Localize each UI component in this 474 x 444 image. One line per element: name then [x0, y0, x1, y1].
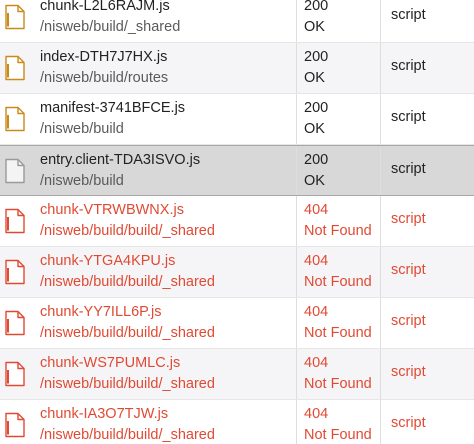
script-file-icon: [5, 106, 25, 132]
status-code: 404: [304, 253, 329, 269]
request-row-error[interactable]: chunk-YY7ILL6P.js /nisweb/build/build/_s…: [0, 298, 474, 349]
status-text: OK: [304, 121, 325, 137]
request-path: /nisweb/build/build/_shared: [40, 223, 215, 239]
status-code: 404: [304, 304, 329, 320]
error-file-icon: [5, 310, 25, 336]
error-file-icon: [5, 259, 25, 285]
status-code: 404: [304, 202, 329, 218]
request-name: chunk-WS7PUMLC.js: [40, 355, 181, 371]
request-path: /nisweb/build: [40, 173, 124, 189]
request-type: script: [391, 109, 426, 125]
request-name: entry.client-TDA3ISVO.js: [40, 152, 201, 168]
status-code: 200: [304, 49, 329, 65]
status-text: Not Found: [304, 376, 372, 392]
status-text: Not Found: [304, 223, 372, 239]
status-text: OK: [304, 173, 325, 189]
column-divider: [380, 43, 381, 93]
request-name: manifest-3741BFCE.js: [40, 100, 186, 116]
status-text: OK: [304, 19, 325, 35]
script-file-icon: [5, 55, 25, 81]
request-path: /nisweb/build/build/_shared: [40, 376, 215, 392]
column-divider: [380, 349, 381, 399]
request-type: script: [391, 161, 426, 177]
request-type: script: [391, 262, 426, 278]
error-file-icon: [5, 208, 25, 234]
request-name: chunk-YY7ILL6P.js: [40, 304, 162, 320]
column-divider: [380, 247, 381, 297]
column-divider: [380, 0, 381, 42]
column-divider: [380, 400, 381, 444]
column-divider: [380, 94, 381, 144]
script-file-icon: [5, 4, 25, 30]
error-file-icon: [5, 361, 25, 387]
request-type: script: [391, 313, 426, 329]
request-path: /nisweb/build/routes: [40, 70, 169, 86]
request-name: chunk-IA3O7TJW.js: [40, 406, 169, 422]
status-code: 200: [304, 100, 329, 116]
request-row-error[interactable]: chunk-VTRWBWNX.js /nisweb/build/build/_s…: [0, 196, 474, 247]
request-path: /nisweb/build/build/_shared: [40, 274, 215, 290]
column-divider: [380, 146, 381, 195]
column-divider: [296, 196, 297, 246]
request-type: script: [391, 58, 426, 74]
request-path: /nisweb/build/build/_shared: [40, 427, 215, 443]
column-divider: [296, 0, 297, 42]
column-divider: [296, 94, 297, 144]
request-type: script: [391, 211, 426, 227]
column-divider: [296, 43, 297, 93]
error-file-icon: [5, 412, 25, 438]
status-code: 200: [304, 0, 329, 14]
column-divider: [296, 400, 297, 444]
request-row[interactable]: manifest-3741BFCE.js /nisweb/build 200 O…: [0, 94, 474, 145]
request-path: /nisweb/build/build/_shared: [40, 325, 215, 341]
column-divider: [296, 146, 297, 195]
status-code: 404: [304, 406, 329, 422]
request-row-error[interactable]: chunk-WS7PUMLC.js /nisweb/build/build/_s…: [0, 349, 474, 400]
column-divider: [296, 298, 297, 348]
status-code: 200: [304, 152, 329, 168]
request-row[interactable]: index-DTH7J7HX.js /nisweb/build/routes 2…: [0, 43, 474, 94]
request-type: script: [391, 415, 426, 431]
request-row[interactable]: chunk-L2L6RAJM.js /nisweb/build/_shared …: [0, 0, 474, 43]
column-divider: [380, 298, 381, 348]
request-name: chunk-YTGA4KPU.js: [40, 253, 176, 269]
status-text: OK: [304, 70, 325, 86]
document-icon: [5, 158, 25, 184]
status-text: Not Found: [304, 427, 372, 443]
request-path: /nisweb/build: [40, 121, 124, 137]
status-code: 404: [304, 355, 329, 371]
request-row-error[interactable]: chunk-IA3O7TJW.js /nisweb/build/build/_s…: [0, 400, 474, 444]
status-text: Not Found: [304, 274, 372, 290]
request-row-selected[interactable]: entry.client-TDA3ISVO.js /nisweb/build 2…: [0, 145, 474, 196]
request-type: script: [391, 364, 426, 380]
column-divider: [296, 349, 297, 399]
request-type: script: [391, 7, 426, 23]
request-path: /nisweb/build/_shared: [40, 19, 181, 35]
network-request-table: chunk-L2L6RAJM.js /nisweb/build/_shared …: [0, 0, 474, 444]
request-name: chunk-VTRWBWNX.js: [40, 202, 184, 218]
request-name: chunk-L2L6RAJM.js: [40, 0, 170, 14]
column-divider: [380, 196, 381, 246]
column-divider: [296, 247, 297, 297]
status-text: Not Found: [304, 325, 372, 341]
request-name: index-DTH7J7HX.js: [40, 49, 168, 65]
request-row-error[interactable]: chunk-YTGA4KPU.js /nisweb/build/build/_s…: [0, 247, 474, 298]
